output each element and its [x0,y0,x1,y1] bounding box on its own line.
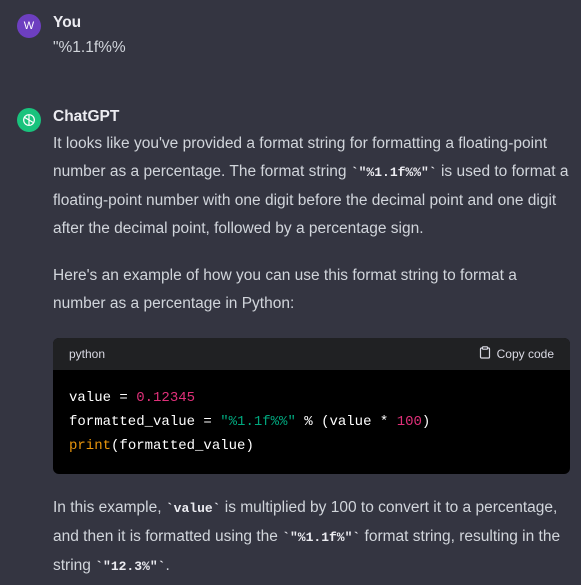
user-message-text: "%1.1f%% [53,39,126,56]
chatgpt-logo-icon [17,108,41,132]
user-name: You [53,14,82,31]
code-token: % (value * [295,414,397,430]
p3-inline-code-2: `"%1.1f%"` [282,530,361,545]
copy-code-label: Copy code [496,347,554,361]
assistant-paragraph-2: Here's an example of how you can use thi… [53,267,517,312]
user-avatar-letter: W [23,20,35,32]
p3-text-d: . [165,557,170,574]
assistant-paragraph-3: In this example, `value` is multiplied b… [53,494,573,581]
code-token: formatted_value = [69,414,221,430]
p3-inline-code-3: `"12.3%"` [95,559,166,574]
code-token: value = [69,390,137,406]
user-avatar: W [17,14,41,38]
code-block-header: python Copy code [53,338,570,370]
code-language-label: python [69,347,106,361]
copy-code-button[interactable]: Copy code [479,346,554,362]
code-string: "%1.1f%%" [220,414,296,430]
code-token: ) [421,414,431,430]
p3-inline-code-1: `value` [165,501,221,516]
code-content: value = 0.12345 formatted_value = "%1.1f… [53,370,570,474]
code-line-1: value = 0.12345 [69,390,195,406]
code-line-2: formatted_value = "%1.1f%%" % (value * 1… [69,414,430,430]
code-number: 0.12345 [136,390,196,406]
code-block: python Copy code value = 0.12345 formatt… [53,338,570,474]
clipboard-icon [479,346,491,362]
p1-inline-code: `"%1.1f%%"` [350,165,437,180]
code-token: (formatted_value) [111,438,254,454]
assistant-paragraph-1: It looks like you've provided a format s… [53,130,573,243]
assistant-name: ChatGPT [53,108,120,125]
code-line-3: print(formatted_value) [69,438,254,454]
code-number: 100 [396,414,422,430]
p3-text-a: In this example, [53,499,166,516]
code-function: print [69,438,112,454]
